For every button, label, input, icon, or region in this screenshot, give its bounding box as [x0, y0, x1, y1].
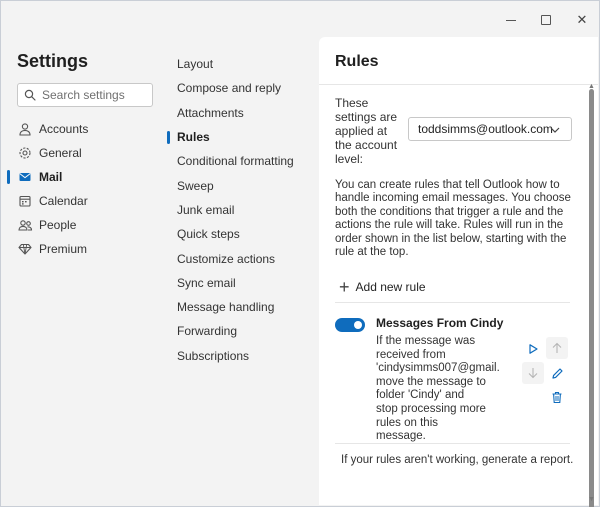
menu-item-customize-actions[interactable]: Customize actions	[169, 246, 319, 270]
minimize-button[interactable]	[497, 9, 525, 31]
settings-nav: Accounts General Mail Calendar People Pr…	[1, 117, 169, 261]
account-dropdown-value: toddsimms@outlook.com	[418, 122, 553, 136]
move-up-button[interactable]	[546, 337, 568, 359]
calendar-icon	[17, 193, 33, 209]
rule-description: If the message was received from 'cindys…	[376, 335, 500, 443]
rules-report-link[interactable]: If your rules aren't working, generate a…	[341, 454, 573, 466]
person-icon	[17, 121, 33, 137]
sidebar-item-general[interactable]: General	[1, 141, 169, 165]
gear-icon	[17, 145, 33, 161]
sidebar-item-premium[interactable]: Premium	[1, 237, 169, 261]
settings-sidebar: Settings Accounts General	[1, 37, 169, 506]
menu-item-attachments[interactable]: Attachments	[169, 101, 319, 125]
minimize-icon	[506, 19, 516, 21]
mail-menu-list: Layout Compose and reply Attachments Rul…	[167, 52, 319, 368]
settings-title: Settings	[17, 51, 89, 71]
search-input[interactable]	[42, 88, 142, 102]
sidebar-item-label: General	[39, 146, 82, 160]
panel-header: Rules	[319, 37, 598, 85]
sidebar-item-label: Mail	[39, 170, 63, 184]
search-box[interactable]	[17, 83, 153, 107]
menu-item-sync-email[interactable]: Sync email	[169, 271, 319, 295]
menu-item-junk-email[interactable]: Junk email	[169, 198, 319, 222]
add-new-rule-button[interactable]: + Add new rule	[339, 278, 426, 296]
divider	[335, 443, 570, 444]
menu-item-sweep[interactable]: Sweep	[169, 173, 319, 197]
mail-settings-menu: Layout Compose and reply Attachments Rul…	[167, 37, 319, 506]
menu-item-subscriptions[interactable]: Subscriptions	[169, 344, 319, 368]
trash-icon	[552, 391, 562, 403]
settings-window: ✕ Settings Accounts General	[0, 0, 600, 507]
menu-item-rules[interactable]: Rules	[167, 125, 319, 149]
rules-panel: Rules ▲ ▼ These settings are applied at …	[319, 37, 598, 507]
people-icon	[17, 217, 33, 233]
maximize-icon	[541, 15, 551, 25]
close-button[interactable]: ✕	[568, 9, 596, 31]
sidebar-item-mail[interactable]: Mail	[1, 165, 169, 189]
diamond-icon	[17, 241, 33, 257]
sidebar-item-label: Calendar	[39, 194, 88, 208]
scroll-down-arrow[interactable]: ▼	[588, 496, 595, 503]
title-bar: ✕	[1, 1, 599, 37]
plus-icon: +	[339, 277, 350, 297]
sidebar-item-label: Premium	[39, 242, 88, 256]
mail-icon	[17, 169, 33, 185]
scrollbar-thumb[interactable]	[589, 89, 594, 507]
rule-enabled-toggle[interactable]	[335, 318, 365, 332]
arrow-down-icon	[528, 368, 538, 379]
edit-rule-button[interactable]	[546, 362, 568, 384]
pencil-icon	[551, 367, 563, 379]
sidebar-item-accounts[interactable]: Accounts	[1, 117, 169, 141]
close-icon: ✕	[576, 12, 588, 27]
search-icon	[24, 89, 36, 101]
menu-item-compose-and-reply[interactable]: Compose and reply	[169, 76, 319, 100]
add-new-rule-label: Add new rule	[355, 280, 426, 294]
menu-item-conditional-formatting[interactable]: Conditional formatting	[169, 149, 319, 173]
menu-item-forwarding[interactable]: Forwarding	[169, 319, 319, 343]
menu-item-layout[interactable]: Layout	[169, 52, 319, 76]
move-down-button[interactable]	[522, 362, 544, 384]
delete-rule-button[interactable]	[546, 386, 568, 408]
run-rule-button[interactable]	[522, 338, 544, 360]
sidebar-item-label: People	[39, 218, 77, 232]
sidebar-item-calendar[interactable]: Calendar	[1, 189, 169, 213]
sidebar-item-people[interactable]: People	[1, 213, 169, 237]
chevron-down-icon	[550, 127, 560, 133]
menu-item-message-handling[interactable]: Message handling	[169, 295, 319, 319]
divider	[335, 302, 570, 303]
page-title: Rules	[335, 53, 379, 70]
maximize-button[interactable]	[532, 9, 560, 31]
arrow-up-icon	[552, 342, 562, 353]
rule-name: Messages From Cindy	[376, 316, 504, 330]
play-icon	[529, 344, 538, 354]
sidebar-item-label: Accounts	[39, 122, 89, 136]
account-dropdown[interactable]: toddsimms@outlook.com	[408, 117, 572, 141]
menu-item-quick-steps[interactable]: Quick steps	[169, 222, 319, 246]
rules-description: You can create rules that tell Outlook h…	[335, 179, 571, 259]
account-level-label: These settings are applied at the accoun…	[335, 96, 398, 166]
toggle-knob	[354, 321, 362, 329]
